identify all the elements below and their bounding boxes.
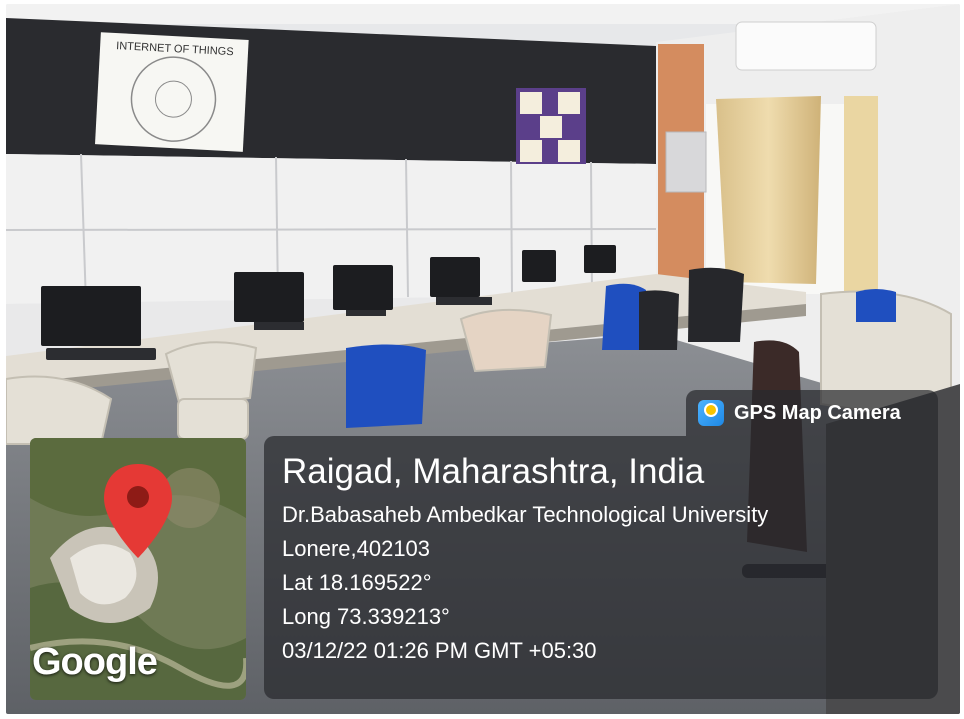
address: Lonere,402103 [282, 536, 431, 561]
gps-map-camera-app-icon [698, 400, 724, 426]
app-badge: GPS Map Camera [686, 390, 938, 436]
latitude: Lat 18.169522° [282, 570, 432, 595]
institution-name: Dr.Babasaheb Ambedkar Technological Univ… [282, 502, 769, 527]
app-name: GPS Map Camera [734, 401, 901, 424]
google-attribution: Google [32, 641, 158, 683]
timestamp: 03/12/22 01:26 PM GMT +05:30 [282, 638, 597, 663]
location-title: Raigad, Maharashtra, India [282, 452, 705, 491]
longitude: Long 73.339213° [282, 604, 450, 629]
map-thumbnail: Google [30, 438, 246, 700]
location-info-panel: Raigad, Maharashtra, India Dr.Babasaheb … [264, 436, 938, 699]
